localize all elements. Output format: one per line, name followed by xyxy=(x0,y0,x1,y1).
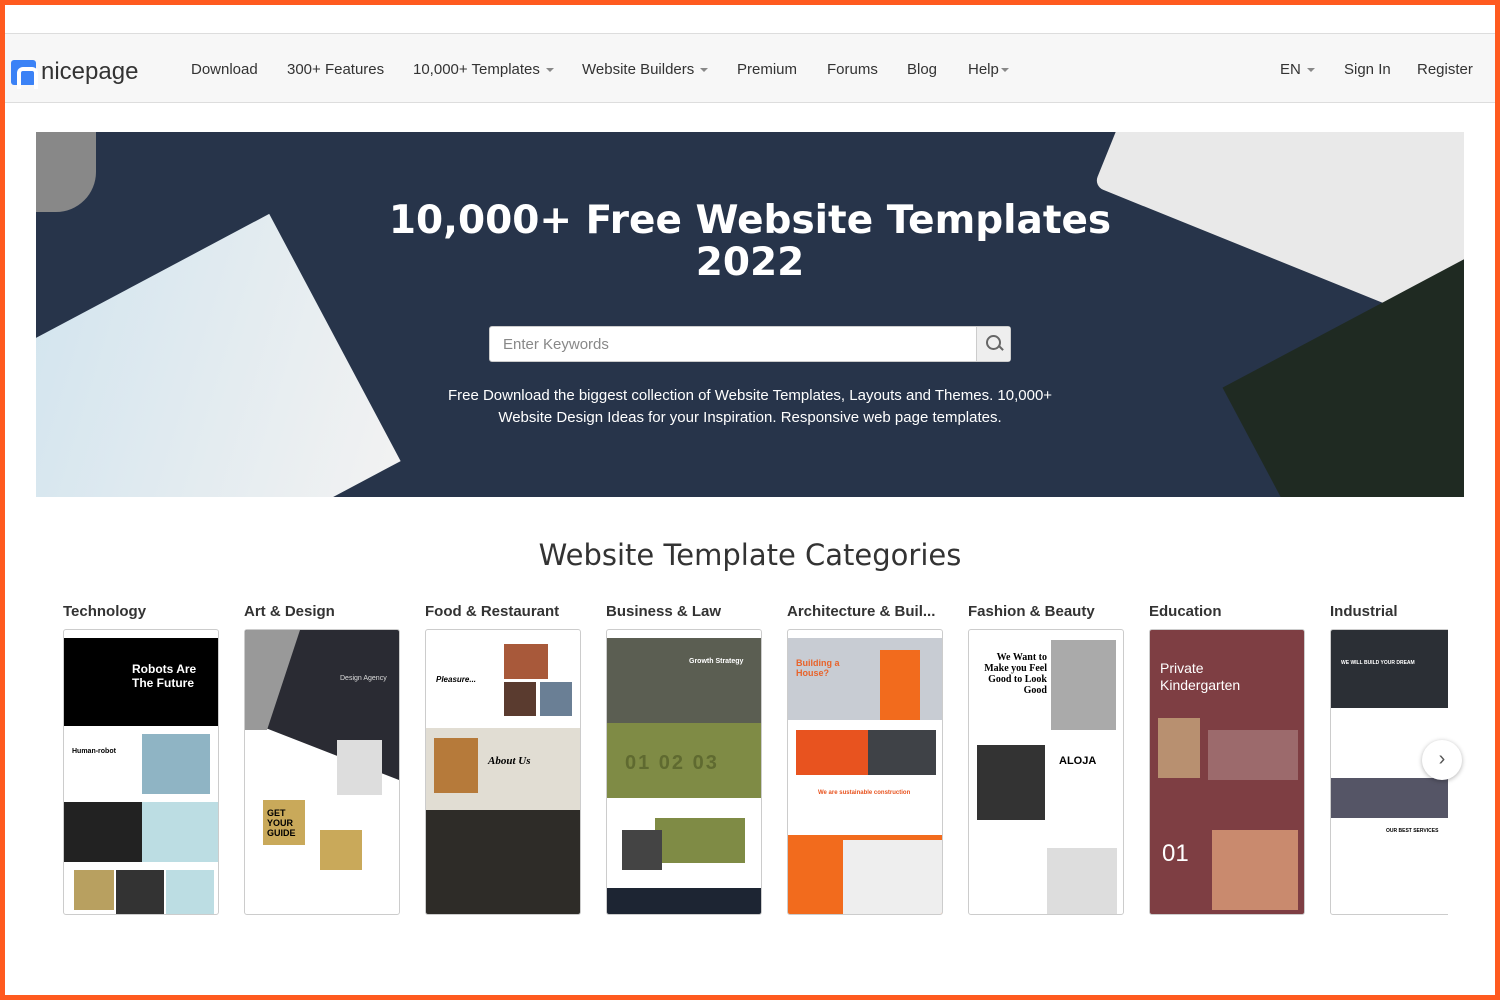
category-business-law[interactable]: Business & Law Growth Strategy 01 02 03 xyxy=(606,603,766,915)
nav-templates[interactable]: 10,000+ Templates xyxy=(413,61,554,78)
category-label: Art & Design xyxy=(244,603,335,620)
nav-premium[interactable]: Premium xyxy=(737,61,797,78)
top-nav: nicepage Download 300+ Features 10,000+ … xyxy=(5,33,1495,103)
nav-help[interactable]: Help xyxy=(968,61,1009,78)
chevron-down-icon xyxy=(1306,68,1315,73)
category-label: Business & Law xyxy=(606,603,722,620)
chevron-down-icon xyxy=(700,68,709,73)
template-thumbnail[interactable]: Private Kindergarten 01 xyxy=(1149,629,1305,915)
template-thumbnail[interactable]: Building a House? We are sustainable con… xyxy=(787,629,943,915)
logo-text: nicepage xyxy=(41,58,139,85)
language-select[interactable]: EN xyxy=(1280,61,1315,78)
nav-blog[interactable]: Blog xyxy=(907,61,937,78)
chevron-down-icon xyxy=(545,68,554,73)
categories-title: Website Template Categories xyxy=(538,538,962,572)
category-label: Fashion & Beauty xyxy=(968,603,1095,620)
nav-download[interactable]: Download xyxy=(191,61,258,78)
category-technology[interactable]: Technology Robots Are The Future Human-r… xyxy=(63,603,223,915)
carousel-next-button[interactable]: › xyxy=(1422,740,1462,780)
search-box xyxy=(489,326,1011,362)
hero-title: 10,000+ Free Website Templates 2022 xyxy=(388,198,1112,285)
category-architecture[interactable]: Architecture & Buil... Building a House?… xyxy=(787,603,947,915)
template-thumbnail[interactable]: Pleasure... About Us xyxy=(425,629,581,915)
category-label: Technology xyxy=(63,603,147,620)
page: nicepage Download 300+ Features 10,000+ … xyxy=(5,5,1495,995)
logo-icon xyxy=(11,59,38,89)
chevron-right-icon: › xyxy=(1438,748,1446,770)
search-input[interactable] xyxy=(490,327,970,361)
template-thumbnail[interactable]: Robots Are The Future Human-robot xyxy=(63,629,219,915)
register-link[interactable]: Register xyxy=(1417,61,1473,78)
logo[interactable]: nicepage xyxy=(11,58,139,89)
search-icon[interactable] xyxy=(976,327,1010,361)
hero-description: Free Download the biggest collection of … xyxy=(447,387,1053,426)
template-thumbnail[interactable]: Design Agency GET YOUR GUIDE xyxy=(244,629,400,915)
category-food-restaurant[interactable]: Food & Restaurant Pleasure... About Us xyxy=(425,603,585,915)
sign-in-link[interactable]: Sign In xyxy=(1344,61,1391,78)
chevron-down-icon xyxy=(1000,68,1009,73)
category-label: Education xyxy=(1149,603,1222,620)
nav-features[interactable]: 300+ Features xyxy=(287,61,384,78)
nav-website-builders[interactable]: Website Builders xyxy=(582,61,709,78)
nav-forums[interactable]: Forums xyxy=(827,61,878,78)
category-education[interactable]: Education Private Kindergarten 01 xyxy=(1149,603,1309,915)
category-label: Food & Restaurant xyxy=(425,603,560,620)
category-art-design[interactable]: Art & Design Design Agency GET YOUR GUID… xyxy=(244,603,404,915)
category-label: Architecture & Buil... xyxy=(787,603,936,620)
template-thumbnail[interactable]: We Want to Make you Feel Good to Look Go… xyxy=(968,629,1124,915)
hero-banner: 10,000+ Free Website Templates2022 Free … xyxy=(36,132,1464,497)
category-label: Industrial xyxy=(1330,603,1398,620)
template-thumbnail[interactable]: Growth Strategy 01 02 03 xyxy=(606,629,762,915)
category-fashion-beauty[interactable]: Fashion & Beauty We Want to Make you Fee… xyxy=(968,603,1128,915)
